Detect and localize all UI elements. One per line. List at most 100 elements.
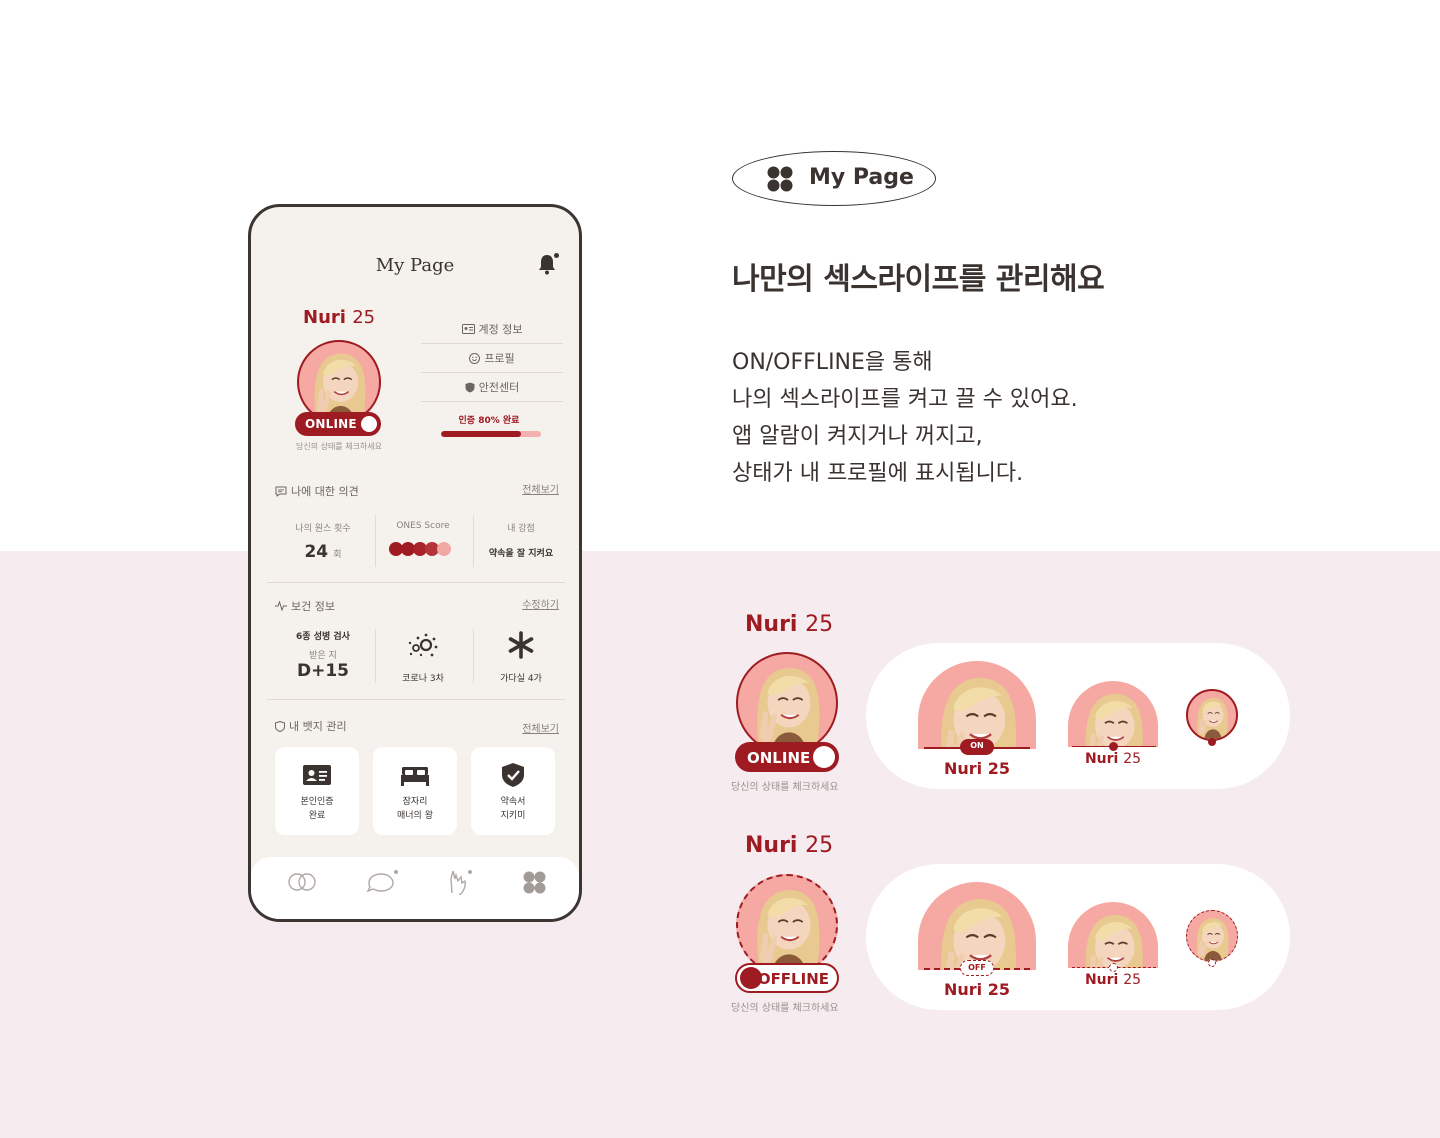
badge-verified[interactable]: 본인인증 완료 xyxy=(275,747,359,835)
offline-status-toggle[interactable]: OFFLINE xyxy=(735,963,839,993)
online-large-age: 25 xyxy=(987,759,1010,778)
online-profile-name: Nuri 25 xyxy=(745,612,833,637)
badges-view-all-link[interactable]: 전체보기 xyxy=(522,720,559,735)
badge-bed-manner-label: 잠자리 매너의 왕 xyxy=(397,797,433,821)
offline-medium-dot xyxy=(1109,963,1118,972)
smile-icon xyxy=(469,352,481,364)
badge-verified-label: 본인인증 완료 xyxy=(300,797,334,821)
promise-tab-icon[interactable] xyxy=(443,869,477,895)
offline-status-hint: 당신의 상태를 체크하세요 xyxy=(731,1003,839,1014)
std-test-sublabel: 받은 지 xyxy=(309,651,337,661)
avatar-image xyxy=(918,882,1036,970)
ones-count-stat: 나의 원스 횟수 24 회 xyxy=(275,521,371,562)
strength-stat: 내 강점 약속을 잘 지켜요 xyxy=(475,521,567,559)
online-large-name: Nuri 25 xyxy=(918,759,1036,778)
offline-profile-name: Nuri 25 xyxy=(745,833,833,858)
online-medium-name-text: Nuri xyxy=(1084,751,1119,767)
badge-promise[interactable]: 약속서 지키미 xyxy=(471,747,555,835)
strength-label: 내 강점 xyxy=(507,524,535,534)
online-small-avatar xyxy=(1186,689,1238,741)
health-title: 보건 정보 xyxy=(291,600,335,613)
offline-tag: OFF xyxy=(960,960,994,976)
badge-promise-label: 약속서 지키미 xyxy=(500,797,526,821)
menu-item-account[interactable]: 계정 정보 xyxy=(421,315,563,344)
score-dot xyxy=(389,542,403,556)
offline-large-age: 25 xyxy=(987,980,1010,999)
section-divider xyxy=(267,699,565,700)
menu-item-safety[interactable]: 안전센터 xyxy=(421,373,563,402)
online-toggle[interactable]: ONLINE xyxy=(295,412,381,436)
online-medium-dot xyxy=(1109,742,1118,751)
offline-large-avatar xyxy=(918,882,1036,970)
four-dots-icon xyxy=(767,166,793,192)
badge-bed-manner[interactable]: 잠자리 매너의 왕 xyxy=(373,747,457,835)
asterisk-icon xyxy=(508,631,534,659)
avatar-image xyxy=(1187,911,1237,961)
ones-score-dots xyxy=(389,542,451,556)
offline-medium-age: 25 xyxy=(1123,972,1142,988)
menu-item-profile[interactable]: 프로필 xyxy=(421,344,563,373)
shield-icon xyxy=(465,382,475,392)
verification-progress-bar xyxy=(441,431,541,437)
badges-section-title: 내 뱃지 관리 xyxy=(275,718,347,734)
strength-value: 약속을 잘 지켜요 xyxy=(488,549,554,559)
offline-name-text: Nuri xyxy=(745,833,798,858)
online-status-toggle[interactable]: ONLINE xyxy=(735,742,839,772)
page-title: My Page xyxy=(375,255,455,276)
phone-mockup: My Page Nuri 25 ONLINE 당신의 상태를 체크하세요 계정 … xyxy=(248,204,582,922)
offline-small-avatar xyxy=(1186,910,1238,962)
badge-shield-icon xyxy=(275,720,285,732)
badges-title: 내 뱃지 관리 xyxy=(289,720,347,733)
ones-count-value: 24 xyxy=(304,542,329,562)
online-large-name-text: Nuri xyxy=(944,759,983,778)
feature-headline: 나만의 섹스라이프를 관리해요 xyxy=(732,262,1105,297)
ones-count-unit: 회 xyxy=(333,550,342,560)
offline-large-name-text: Nuri xyxy=(944,980,983,999)
ones-count-value-row: 24 회 xyxy=(275,542,371,562)
id-card-icon xyxy=(461,324,475,334)
offline-small-dot xyxy=(1208,959,1216,967)
online-status-hint: 당신의 상태를 체크하세요 xyxy=(731,782,839,793)
score-dot xyxy=(437,542,451,556)
health-edit-link[interactable]: 수정하기 xyxy=(522,596,559,611)
verification-label: 인증 80% 완료 xyxy=(458,416,520,426)
shield-check-icon xyxy=(502,763,524,787)
online-toggle-label: ONLINE xyxy=(305,417,357,431)
avatar-image xyxy=(299,342,379,422)
offline-age: 25 xyxy=(805,833,834,858)
std-test-stat: 6종 성병 검사 받은 지 D+15 xyxy=(275,629,371,681)
section-divider xyxy=(267,582,565,583)
online-avatar-variants: ON Nuri 25 Nuri 25 xyxy=(866,643,1290,789)
id-badge-icon xyxy=(303,765,331,785)
std-test-label: 6종 성병 검사 xyxy=(296,632,350,642)
virus-icon xyxy=(408,633,438,657)
std-test-dday: D+15 xyxy=(296,661,349,681)
section-pill-label: My Page xyxy=(809,165,914,190)
avatar-image xyxy=(918,661,1036,749)
health-section-title: 보건 정보 xyxy=(275,598,335,614)
feature-description: ON/OFFLINE을 통해 나의 섹스라이프를 켜고 끌 수 있어요. 앱 알… xyxy=(732,350,1078,486)
ones-count-label: 나의 원스 횟수 xyxy=(295,524,351,534)
online-age: 25 xyxy=(805,612,834,637)
ones-score-label: ONES Score xyxy=(396,521,450,531)
avatar-image xyxy=(1188,691,1236,739)
online-tag: ON xyxy=(960,739,994,755)
online-avatar xyxy=(736,652,838,754)
chat-tab-icon[interactable] xyxy=(365,869,399,895)
online-medium-avatar xyxy=(1068,681,1158,747)
avatar-image xyxy=(738,654,836,752)
gardasil-stat: 가다실 4가 xyxy=(475,631,567,684)
menu-item-profile-label: 프로필 xyxy=(484,352,515,365)
notification-dot xyxy=(554,253,559,258)
profile-age: 25 xyxy=(352,307,376,328)
offline-large-name: Nuri 25 xyxy=(918,980,1036,999)
ones-score-stat: ONES Score xyxy=(377,521,469,561)
offline-medium-name: Nuri 25 xyxy=(1068,972,1158,988)
mypage-tab-icon[interactable] xyxy=(517,869,551,895)
covid-label: 코로나 3차 xyxy=(402,674,444,684)
toggle-knob xyxy=(361,416,377,432)
match-tab-icon[interactable] xyxy=(285,869,319,895)
pulse-icon xyxy=(275,601,287,611)
avatar-image xyxy=(738,876,836,974)
opinion-view-all-link[interactable]: 전체보기 xyxy=(522,481,559,496)
